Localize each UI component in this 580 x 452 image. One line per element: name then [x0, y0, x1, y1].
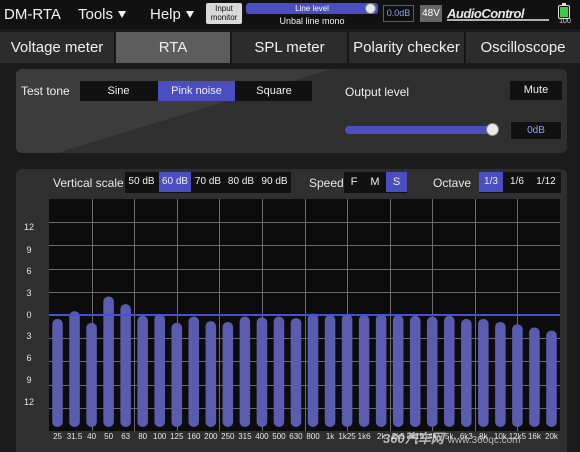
brand-logo: AudioControl: [447, 6, 549, 21]
scale-60db-button[interactable]: 60 dB: [159, 172, 191, 192]
tab-spl-meter[interactable]: SPL meter: [232, 32, 348, 63]
speed-fast-button[interactable]: F: [344, 172, 364, 192]
rta-bar: [461, 318, 472, 427]
test-tone-label: Test tone: [21, 84, 70, 98]
y-tick-label: 12: [23, 222, 34, 232]
rta-bar: [273, 316, 285, 427]
battery-percent: 100: [559, 18, 571, 25]
tone-pink-noise-button[interactable]: Pink noise: [158, 81, 235, 101]
watermark-text: 360汽车网: [383, 431, 444, 446]
rta-bar: [426, 316, 438, 427]
rta-bar: [409, 315, 421, 427]
input-level-selector[interactable]: Line level: [246, 3, 378, 14]
octave-twelfth-button[interactable]: 1/12: [531, 172, 561, 192]
y-tick-label: 6: [26, 353, 32, 363]
scale-70db-button[interactable]: 70 dB: [192, 172, 224, 192]
rta-bar: [256, 317, 268, 427]
speed-medium-button[interactable]: M: [365, 172, 385, 192]
help-menu-label: Help: [150, 6, 181, 23]
rta-bar: [512, 324, 523, 427]
rta-bar: [239, 316, 251, 427]
rta-bar: [324, 315, 336, 427]
output-level-label: Output level: [345, 85, 410, 99]
test-tone-selector: Sine Pink noise Square: [80, 81, 312, 101]
speed-selector: F M S: [344, 172, 407, 193]
tone-square-button[interactable]: Square: [236, 81, 312, 101]
rta-bar: [120, 304, 131, 427]
tab-polarity-checker[interactable]: Polarity checker: [349, 32, 465, 63]
input-level-knob[interactable]: [365, 3, 376, 14]
scale-80db-button[interactable]: 80 dB: [225, 172, 257, 192]
chevron-down-icon: [185, 11, 194, 18]
rta-bar: [188, 316, 200, 427]
watermark: 360汽车网 www.360qc.com: [383, 428, 521, 447]
vertical-scale-label: Vertical scale: [53, 176, 124, 190]
rta-bar: [137, 315, 148, 427]
rta-bar: [290, 318, 302, 427]
rta-bar: [103, 296, 114, 427]
rta-bar: [86, 322, 97, 427]
output-level-readout[interactable]: 0dB: [510, 121, 562, 140]
output-level-knob[interactable]: [486, 123, 499, 136]
rta-bar: [154, 314, 165, 427]
chevron-down-icon: [118, 11, 127, 18]
rta-bar: [495, 321, 506, 427]
battery-icon: [558, 3, 570, 19]
y-tick-label: 3: [26, 288, 32, 298]
rta-bar: [69, 311, 80, 427]
octave-selector: 1/3 1/6 1/12: [479, 172, 561, 193]
top-bar: DM-RTA Tools Help Input monitor Line lev…: [0, 0, 580, 29]
rta-bar: [375, 314, 387, 427]
input-monitor-button[interactable]: Input monitor: [206, 3, 242, 24]
help-menu[interactable]: Help: [150, 6, 194, 23]
output-level-slider[interactable]: [345, 123, 499, 136]
y-tick-label: 0: [26, 310, 32, 320]
rta-bar: [358, 315, 370, 427]
y-tick-label: 9: [26, 375, 32, 385]
tab-voltage-meter[interactable]: Voltage meter: [0, 32, 115, 63]
rta-bar: [529, 327, 540, 427]
rta-bar: [222, 321, 234, 427]
octave-third-button[interactable]: 1/3: [479, 172, 503, 192]
mode-tabs: Voltage meter RTA SPL meter Polarity che…: [0, 32, 580, 63]
rta-bar: [307, 313, 319, 427]
battery-indicator: 100: [555, 3, 575, 27]
rta-bar: [171, 322, 183, 427]
y-tick-label: 6: [26, 266, 32, 276]
vertical-scale-selector: 50 dB 60 dB 70 dB 80 dB 90 dB: [125, 172, 291, 193]
speed-label: Speed: [309, 176, 344, 190]
speed-slow-button[interactable]: S: [386, 172, 407, 192]
rta-plot: [49, 199, 560, 431]
scale-50db-button[interactable]: 50 dB: [125, 172, 158, 192]
phantom-power-button[interactable]: 48V: [420, 5, 442, 22]
rta-bar: [392, 315, 404, 427]
rta-bar: [52, 318, 63, 427]
tone-sine-button[interactable]: Sine: [80, 81, 157, 101]
tab-rta[interactable]: RTA: [116, 32, 231, 63]
y-tick-label: 9: [26, 245, 32, 255]
tools-menu-label: Tools: [78, 6, 114, 23]
scale-90db-button[interactable]: 90 dB: [258, 172, 291, 192]
watermark-url: www.360qc.com: [447, 435, 521, 446]
octave-sixth-button[interactable]: 1/6: [504, 172, 530, 192]
rta-bar: [478, 318, 489, 427]
tab-oscilloscope[interactable]: Oscilloscope: [466, 32, 580, 63]
octave-label: Octave: [433, 176, 472, 190]
app-title: DM-RTA: [4, 6, 61, 23]
rta-bar: [205, 321, 217, 427]
y-tick-label: 3: [26, 331, 32, 341]
rta-bar: [444, 315, 455, 427]
input-gain-readout[interactable]: 0.0dB: [383, 5, 414, 22]
rta-bar: [546, 330, 557, 427]
mute-button[interactable]: Mute: [510, 81, 562, 100]
tools-menu[interactable]: Tools: [78, 6, 127, 23]
input-source-label: Unbal line mono: [279, 16, 345, 26]
input-level-label: Line level: [295, 4, 329, 13]
x-tick-label: 20k: [545, 432, 558, 441]
rta-chart: [49, 199, 560, 431]
y-tick-label: 12: [23, 397, 34, 407]
rta-bar: [341, 314, 353, 427]
